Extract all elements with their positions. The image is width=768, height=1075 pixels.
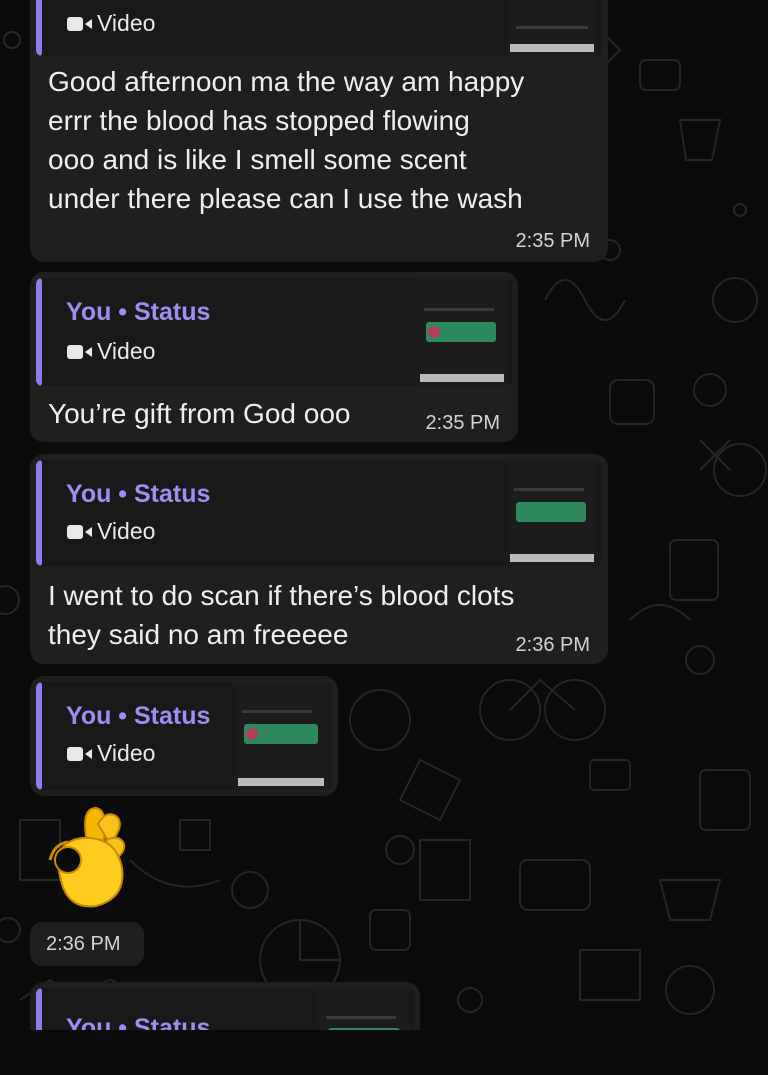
quote-accent-bar — [36, 0, 42, 56]
message-timestamp: 2:35 PM — [425, 412, 500, 434]
status-video-thumbnail — [506, 0, 598, 56]
quote-accent-bar — [36, 460, 42, 566]
status-video-thumbnail — [506, 460, 598, 566]
status-reply-quote[interactable]: You • Status Video — [36, 682, 332, 790]
status-reply-quote[interactable]: You • Status Video — [36, 278, 512, 386]
message-text: I went to do scan if there’s blood clots… — [48, 580, 515, 650]
ok-hand-emoji — [46, 806, 132, 910]
video-camera-icon — [66, 744, 94, 764]
message-timestamp: 2:36 PM — [515, 634, 590, 656]
video-camera-icon — [66, 522, 94, 542]
quote-author: You • Status — [66, 298, 211, 326]
quote-author: You • Status — [66, 702, 211, 730]
message-timestamp: 2:35 PM — [515, 230, 590, 252]
quote-media-type: Video — [66, 10, 155, 37]
message-bubble[interactable]: You • Status Video I went to do scan if … — [30, 454, 608, 664]
status-reply-quote[interactable]: Video — [36, 0, 602, 56]
message-bubble[interactable]: 2:36 PM — [30, 922, 144, 966]
quote-author: You • Status — [66, 480, 211, 508]
quote-media-type: Video — [66, 740, 155, 767]
screen-bottom-edge — [0, 1030, 768, 1075]
message-text: Good afternoon ma the way am happy errr … — [48, 66, 525, 214]
video-camera-icon — [66, 14, 94, 34]
status-video-thumbnail — [234, 682, 328, 790]
quote-accent-bar — [36, 682, 42, 790]
status-reply-quote[interactable]: You • Status Video — [36, 460, 602, 566]
message-bubble[interactable]: You • Status Video — [30, 676, 338, 796]
quote-accent-bar — [36, 278, 42, 386]
quote-media-type: Video — [66, 338, 155, 365]
message-text: You’re gift from God ooo — [48, 398, 351, 429]
message-bubble[interactable]: You • Status Video You’re gift from God … — [30, 272, 518, 442]
video-camera-icon — [66, 342, 94, 362]
message-timestamp: 2:36 PM — [46, 933, 121, 955]
status-video-thumbnail — [416, 278, 508, 386]
quote-media-type: Video — [66, 518, 155, 545]
message-bubble[interactable]: Video Good afternoon ma the way am happy… — [30, 0, 608, 262]
